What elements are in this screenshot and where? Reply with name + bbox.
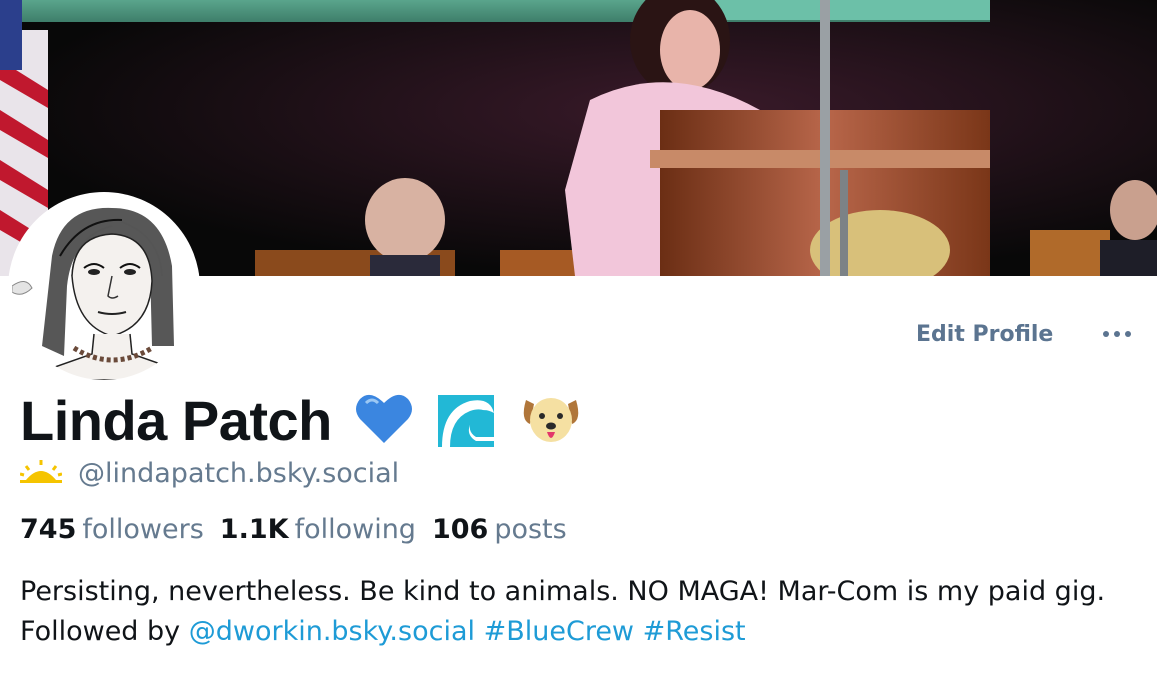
profile-stats: 745 followers 1.1K following 106 posts bbox=[20, 514, 583, 545]
posts-stat: 106 posts bbox=[432, 514, 567, 545]
profile-page: Edit Profile Linda Patch @lindapatch.bsk… bbox=[0, 0, 1157, 692]
edit-profile-label: Edit Profile bbox=[916, 321, 1054, 347]
dog-face-icon bbox=[520, 390, 582, 452]
ellipsis-icon bbox=[1103, 331, 1131, 337]
followers-stat[interactable]: 745 followers bbox=[20, 514, 204, 545]
handle-row: @lindapatch.bsky.social bbox=[19, 458, 399, 489]
display-name: Linda Patch bbox=[20, 389, 332, 452]
display-name-row: Linda Patch bbox=[20, 388, 582, 453]
profile-bio: Persisting, nevertheless. Be kind to ani… bbox=[20, 572, 1130, 652]
posts-label: posts bbox=[494, 514, 567, 545]
sun-icon bbox=[19, 459, 63, 488]
blue-heart-icon bbox=[354, 391, 414, 451]
following-label: following bbox=[294, 514, 416, 545]
profile-avatar[interactable] bbox=[12, 196, 196, 380]
followers-count: 745 bbox=[20, 514, 77, 545]
bio-mention-link[interactable]: @dworkin.bsky.social bbox=[189, 616, 475, 647]
avatar-sketch bbox=[12, 196, 196, 380]
following-stat[interactable]: 1.1K following bbox=[220, 514, 416, 545]
bio-hashtag-link[interactable]: #Resist bbox=[643, 616, 746, 647]
profile-handle[interactable]: @lindapatch.bsky.social bbox=[78, 458, 399, 489]
posts-count: 106 bbox=[431, 514, 489, 545]
bio-hashtag-link[interactable]: #BlueCrew bbox=[484, 616, 634, 647]
followers-label: followers bbox=[82, 514, 204, 545]
more-options-button[interactable] bbox=[1095, 318, 1139, 350]
wave-icon bbox=[436, 391, 498, 451]
edit-profile-button[interactable]: Edit Profile bbox=[900, 312, 1069, 356]
following-count: 1.1K bbox=[219, 514, 289, 545]
